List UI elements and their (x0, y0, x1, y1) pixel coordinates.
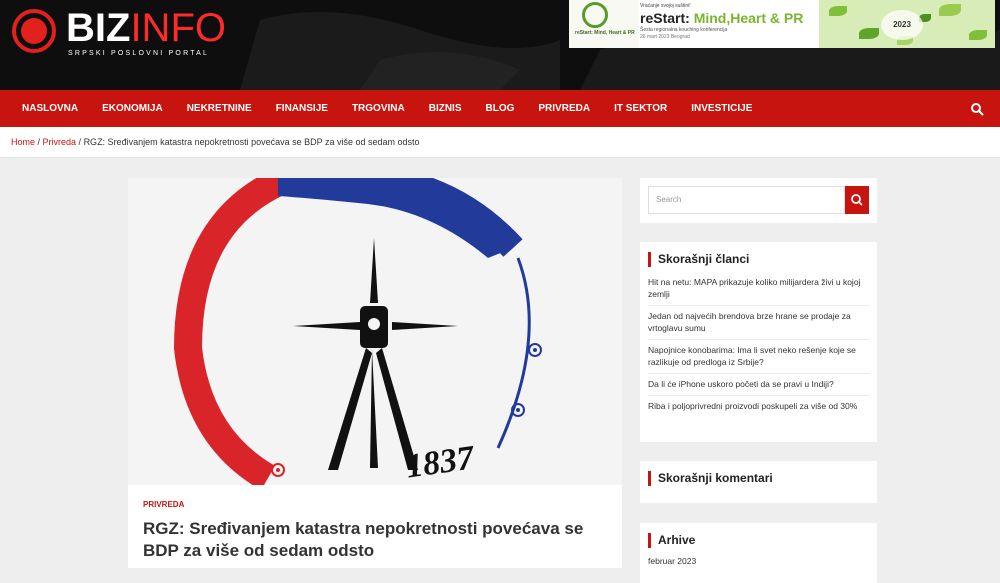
banner-logo-panel: reStart: Mind, Heart & PR (569, 0, 639, 48)
breadcrumb-home[interactable]: Home (11, 137, 35, 147)
banner-tag: Vraćanje svojoj suštini! (640, 3, 691, 9)
nav-item-naslovna[interactable]: NASLOVNA (22, 103, 78, 114)
recent-posts-title: Skorašnji članci (648, 252, 749, 267)
recent-post-link[interactable]: Riba i poljoprivredni proizvodi poskupel… (648, 396, 870, 417)
search-icon (851, 194, 863, 206)
recent-post-link[interactable]: Napojnice konobarima: Ima li svet neko r… (648, 340, 870, 374)
article-title: RGZ: Sređivanjem katastra nepokretnosti … (143, 519, 584, 560)
article-card: 1837 PRIVREDA RGZ: Sređivanjem katastra … (128, 178, 622, 568)
nav-item-investicije[interactable]: INVESTICIJE (691, 103, 752, 114)
search-icon[interactable] (970, 102, 984, 116)
archive-item[interactable]: februar 2023 (648, 556, 696, 566)
article-category[interactable]: PRIVREDA (143, 500, 184, 509)
recent-posts-widget: Skorašnji članci Hit na netu: MAPA prika… (640, 242, 877, 442)
recent-comments-title: Skorašnji komentari (648, 471, 773, 486)
recent-post-link[interactable]: Hit na netu: MAPA prikazuje koliko milij… (648, 272, 870, 306)
article-featured-image[interactable]: 1837 (128, 178, 622, 485)
nav-item-blog[interactable]: BLOG (486, 103, 515, 114)
nav-item-it-sektor[interactable]: IT SEKTOR (614, 103, 667, 114)
search-widget: Search (640, 178, 877, 223)
nav-item-trgovina[interactable]: TRGOVINA (352, 103, 405, 114)
banner-year: 2023 (881, 10, 923, 40)
logo-tagline: SRPSKI POSLOVNI PORTAL (68, 50, 210, 57)
archive-widget: Arhive februar 2023 (640, 523, 877, 583)
logo-record-icon (12, 9, 56, 53)
banner-description: Šesta regionalna kouching konferencija (640, 27, 728, 33)
image-year-text: 1837 (403, 439, 477, 485)
nav-item-finansije[interactable]: FINANSIJE (276, 103, 328, 114)
nav-item-privreda[interactable]: PRIVREDA (538, 103, 590, 114)
logo-biz-text: BIZ (66, 6, 131, 50)
rgz-logo-icon (128, 178, 622, 485)
banner-left-label: reStart: Mind, Heart & PR (575, 30, 635, 36)
archive-title: Arhive (648, 533, 695, 548)
nav-item-nekretnine[interactable]: NEKRETNINE (187, 103, 252, 114)
banner-circle-icon (582, 2, 608, 28)
breadcrumb: Home / Privreda / RGZ: Sređivanjem katas… (0, 127, 1000, 158)
recent-post-link[interactable]: Jedan od najvećih brendova brze hrane se… (648, 306, 870, 340)
search-input[interactable]: Search (648, 186, 845, 214)
breadcrumb-current: RGZ: Sređivanjem katastra nepokretnosti … (83, 137, 420, 147)
banner-date: 26 mart 2023 Beograd (640, 34, 690, 40)
nav-item-ekonomija[interactable]: EKONOMIJA (102, 103, 163, 114)
recent-comments-widget: Skorašnji komentari (640, 461, 877, 503)
search-button[interactable] (845, 186, 869, 214)
banner-title-highlight: Mind,Heart & PR (693, 10, 804, 26)
recent-post-link[interactable]: Da li će iPhone uskoro početi da se prav… (648, 374, 870, 396)
site-logo[interactable]: BIZINFO SRPSKI POSLOVNI PORTAL (11, 8, 226, 58)
banner-title-prefix: reStart: (640, 10, 694, 26)
site-header: BIZINFO SRPSKI POSLOVNI PORTAL reStart: … (0, 0, 1000, 90)
main-navigation: NASLOVNA EKONOMIJA NEKRETNINE FINANSIJE … (0, 90, 1000, 127)
nav-item-biznis[interactable]: BIZNIS (429, 103, 462, 114)
logo-info-text: INFO (130, 6, 226, 50)
breadcrumb-section[interactable]: Privreda (43, 137, 77, 147)
ad-banner[interactable]: reStart: Mind, Heart & PR Vraćanje svojo… (569, 0, 995, 48)
